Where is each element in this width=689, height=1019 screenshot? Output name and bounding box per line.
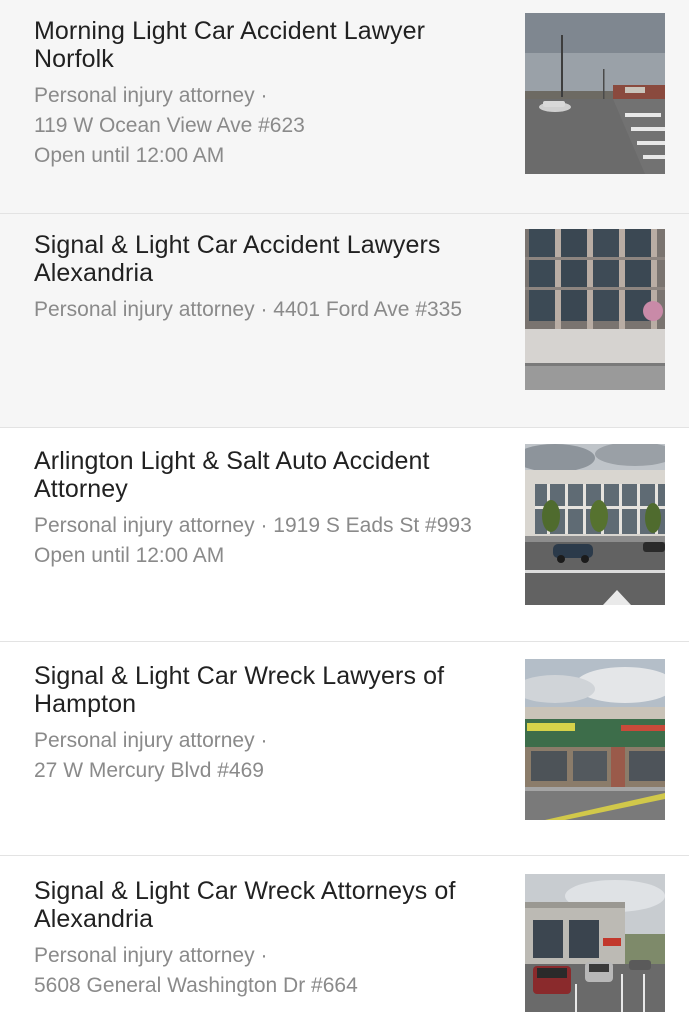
result-meta: Personal injury attorney · 4401 Ford Ave… xyxy=(34,295,509,325)
result-text: Signal & Light Car Wreck Attorneys of Al… xyxy=(34,877,509,1001)
shopping-plaza-photo xyxy=(525,659,665,820)
result-text: Signal & Light Car Wreck Lawyers of Hamp… xyxy=(34,662,509,786)
result-address: 27 W Mercury Blvd #469 xyxy=(34,759,264,782)
result-category-address: Personal injury attorney · 4401 Ford Ave… xyxy=(34,298,463,321)
result-category-address: Personal injury attorney · 1919 S Eads S… xyxy=(34,514,472,537)
result-card[interactable]: Morning Light Car Accident Lawyer Norfol… xyxy=(0,0,689,214)
result-address: 119 W Ocean View Ave #623 xyxy=(34,114,305,137)
result-card[interactable]: Signal & Light Car Accident Lawyers Alex… xyxy=(0,214,689,428)
office-building-photo xyxy=(525,229,665,390)
result-title[interactable]: Signal & Light Car Wreck Lawyers of Hamp… xyxy=(34,662,509,718)
result-meta: Personal injury attorney · 27 W Mercury … xyxy=(34,726,509,786)
result-title-line: Signal & Light Car Wreck Lawyers of xyxy=(34,662,445,690)
result-title-line: Arlington Light & Salt Auto Accident xyxy=(34,447,430,475)
result-card[interactable]: Arlington Light & Salt Auto Accident Att… xyxy=(0,428,689,642)
parking-lot-building-photo xyxy=(525,874,665,1012)
result-title-line: Alexandria xyxy=(34,905,154,933)
result-thumbnail[interactable] xyxy=(525,229,665,390)
result-title-line: Attorney xyxy=(34,475,128,503)
result-text: Signal & Light Car Accident Lawyers Alex… xyxy=(34,231,509,325)
result-thumbnail[interactable] xyxy=(525,444,665,605)
result-title[interactable]: Arlington Light & Salt Auto Accident Att… xyxy=(34,447,509,503)
result-title-line: Signal & Light Car Accident Lawyers xyxy=(34,231,441,259)
result-meta: Personal injury attorney · 5608 General … xyxy=(34,941,509,1001)
result-card[interactable]: Signal & Light Car Wreck Attorneys of Al… xyxy=(0,856,689,1019)
result-thumbnail[interactable] xyxy=(525,659,665,820)
result-title-line: Alexandria xyxy=(34,259,154,287)
result-title-line: Morning Light Car Accident Lawyer xyxy=(34,17,425,45)
result-thumbnail[interactable] xyxy=(525,874,665,1012)
result-hours: Open until 12:00 AM xyxy=(34,544,225,567)
search-results-list: Morning Light Car Accident Lawyer Norfol… xyxy=(0,0,689,1019)
result-address: 5608 General Washington Dr #664 xyxy=(34,974,358,997)
result-hours: Open until 12:00 AM xyxy=(34,144,225,167)
result-meta: Personal injury attorney · 119 W Ocean V… xyxy=(34,81,509,171)
result-category: Personal injury attorney · xyxy=(34,84,268,107)
result-title-line: Norfolk xyxy=(34,45,114,73)
result-title[interactable]: Morning Light Car Accident Lawyer Norfol… xyxy=(34,17,509,73)
result-text: Morning Light Car Accident Lawyer Norfol… xyxy=(34,17,509,171)
result-thumbnail[interactable] xyxy=(525,13,665,174)
result-text: Arlington Light & Salt Auto Accident Att… xyxy=(34,447,509,571)
result-title-line: Signal & Light Car Wreck Attorneys of xyxy=(34,877,456,905)
result-card[interactable]: Signal & Light Car Wreck Lawyers of Hamp… xyxy=(0,642,689,856)
result-meta: Personal injury attorney · 1919 S Eads S… xyxy=(34,511,509,571)
result-category: Personal injury attorney · xyxy=(34,729,268,752)
glass-office-building-photo xyxy=(525,444,665,605)
result-title[interactable]: Signal & Light Car Accident Lawyers Alex… xyxy=(34,231,509,287)
result-title[interactable]: Signal & Light Car Wreck Attorneys of Al… xyxy=(34,877,509,933)
result-category: Personal injury attorney · xyxy=(34,944,268,967)
result-title-line: Hampton xyxy=(34,690,137,718)
street-intersection-photo xyxy=(525,13,665,174)
